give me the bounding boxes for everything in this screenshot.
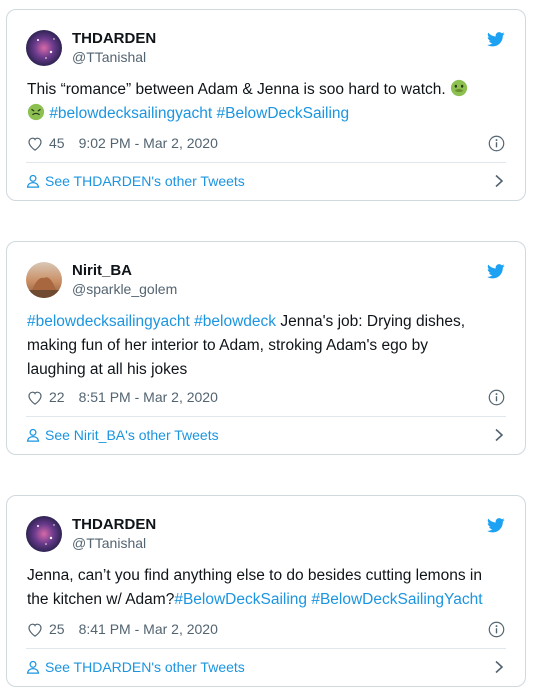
chevron-right-icon[interactable] bbox=[494, 660, 504, 674]
user-handle[interactable]: @TTanishal bbox=[72, 534, 156, 552]
tweet-card: Nirit_BA @sparkle_golem #belowdecksailin… bbox=[6, 241, 526, 455]
tweet-text-line: Jenna, can’t you find anything else to d… bbox=[27, 567, 482, 584]
see-other-tweets-label[interactable]: See Nirit_BA's other Tweets bbox=[45, 427, 219, 443]
avatar[interactable] bbox=[26, 515, 62, 552]
tweet-meta: 22 8:51 PM - Mar 2, 2020 bbox=[27, 389, 218, 405]
tweet-text: Jenna, can’t you find anything else to d… bbox=[27, 564, 501, 612]
user-handle[interactable]: @TTanishal bbox=[72, 48, 156, 66]
tweet-header: THDARDEN @TTanishal bbox=[26, 515, 156, 552]
tweet-text-line: making fun of her interior to Adam, stro… bbox=[27, 337, 429, 354]
see-other-tweets-link[interactable]: See Nirit_BA's other Tweets bbox=[26, 427, 506, 443]
timestamp-link[interactable]: 9:02 PM - Mar 2, 2020 bbox=[79, 135, 218, 151]
hashtag-link[interactable]: #belowdecksailingyacht bbox=[49, 105, 212, 122]
tweet-meta: 45 9:02 PM - Mar 2, 2020 bbox=[27, 135, 218, 151]
see-other-tweets-link[interactable]: See THDARDEN's other Tweets bbox=[26, 173, 506, 189]
see-other-tweets-label[interactable]: See THDARDEN's other Tweets bbox=[45, 659, 245, 675]
hashtag-link[interactable]: #belowdecksailingyacht bbox=[27, 313, 190, 330]
like-count: 25 bbox=[49, 621, 65, 637]
nauseated-face-emoji bbox=[27, 103, 45, 121]
tweet-text-line: the kitchen w/ Adam? bbox=[27, 591, 175, 608]
tweet-card: THDARDEN @TTanishal Jenna, can’t you fin… bbox=[6, 495, 526, 687]
chevron-right-icon[interactable] bbox=[494, 428, 504, 442]
user-icon bbox=[26, 174, 40, 188]
hashtag-link[interactable]: #belowdeck bbox=[194, 313, 276, 330]
heart-icon[interactable] bbox=[27, 136, 43, 151]
like-count: 45 bbox=[49, 135, 65, 151]
nauseated-face-emoji bbox=[450, 79, 468, 97]
see-other-tweets-label[interactable]: See THDARDEN's other Tweets bbox=[45, 173, 245, 189]
user-icon bbox=[26, 660, 40, 674]
tweet-text-line: This “romance” between Adam & Jenna is s… bbox=[27, 81, 446, 98]
info-icon[interactable] bbox=[488, 389, 505, 406]
tweet-card: THDARDEN @TTanishal This “romance” betwe… bbox=[6, 9, 526, 201]
like-count: 22 bbox=[49, 389, 65, 405]
hashtag-link[interactable]: #BelowDeckSailing bbox=[174, 591, 307, 608]
tweet-text-line: Jenna's job: Drying dishes, bbox=[276, 313, 466, 330]
twitter-bird-icon[interactable] bbox=[487, 32, 505, 47]
user-handle[interactable]: @sparkle_golem bbox=[72, 280, 177, 298]
avatar[interactable] bbox=[26, 261, 62, 298]
avatar[interactable] bbox=[26, 29, 62, 66]
chevron-right-icon[interactable] bbox=[494, 174, 504, 188]
tweet-header: Nirit_BA @sparkle_golem bbox=[26, 261, 177, 298]
divider bbox=[26, 648, 506, 649]
info-icon[interactable] bbox=[488, 621, 505, 638]
info-icon[interactable] bbox=[488, 135, 505, 152]
tweet-meta: 25 8:41 PM - Mar 2, 2020 bbox=[27, 621, 218, 637]
timestamp-link[interactable]: 8:41 PM - Mar 2, 2020 bbox=[79, 621, 218, 637]
user-icon bbox=[26, 428, 40, 442]
heart-icon[interactable] bbox=[27, 622, 43, 637]
divider bbox=[26, 416, 506, 417]
timestamp-link[interactable]: 8:51 PM - Mar 2, 2020 bbox=[79, 389, 218, 405]
tweet-text: This “romance” between Adam & Jenna is s… bbox=[27, 78, 501, 126]
see-other-tweets-link[interactable]: See THDARDEN's other Tweets bbox=[26, 659, 506, 675]
display-name[interactable]: Nirit_BA bbox=[72, 261, 177, 280]
divider bbox=[26, 162, 506, 163]
tweet-text: #belowdecksailingyacht #belowdeck Jenna'… bbox=[27, 310, 501, 382]
heart-icon[interactable] bbox=[27, 390, 43, 405]
tweet-text-line: laughing at all his jokes bbox=[27, 361, 188, 378]
display-name[interactable]: THDARDEN bbox=[72, 29, 156, 48]
hashtag-link[interactable]: #BelowDeckSailing bbox=[216, 105, 349, 122]
tweet-header: THDARDEN @TTanishal bbox=[26, 29, 156, 66]
twitter-bird-icon[interactable] bbox=[487, 518, 505, 533]
twitter-bird-icon[interactable] bbox=[487, 264, 505, 279]
display-name[interactable]: THDARDEN bbox=[72, 515, 156, 534]
hashtag-link[interactable]: #BelowDeckSailingYacht bbox=[311, 591, 482, 608]
